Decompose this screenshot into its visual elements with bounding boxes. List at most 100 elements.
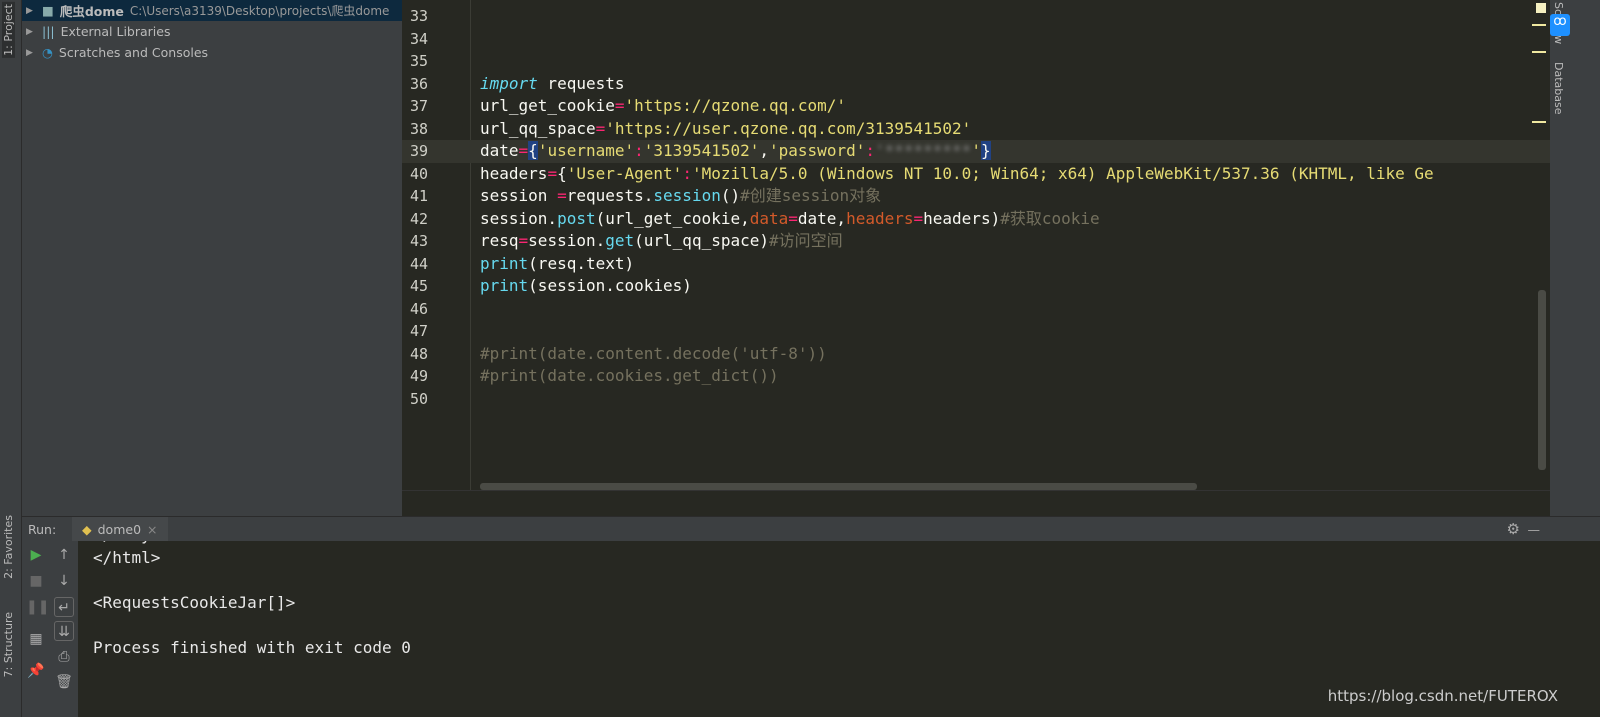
code-text: url_get_cookie='https://qzone.qq.com/' xyxy=(480,95,846,118)
run-panel-header: Run: ◆ dome0 × ⚙ — xyxy=(22,516,1600,542)
code-text: #print(date.cookies.get_dict()) xyxy=(480,365,779,388)
code-token: #获取cookie xyxy=(1000,208,1100,228)
code-token: : xyxy=(634,141,644,160)
gear-icon[interactable]: ⚙ xyxy=(1507,520,1520,538)
code-token: #创建session对象 xyxy=(740,186,882,205)
code-line[interactable]: 43 resq=session.get(url_qq_space)#访问空间 xyxy=(402,230,1550,253)
code-line[interactable]: 42 session.post(url_get_cookie,data=date,… xyxy=(402,208,1550,231)
code-line[interactable]: 35 xyxy=(402,50,1550,73)
layout-icon[interactable]: ▦ xyxy=(26,629,46,649)
arrow-up-icon[interactable]: ↑ xyxy=(54,545,74,565)
code-token: headers) xyxy=(923,208,1001,228)
scroll-to-end-icon[interactable]: ⇊ xyxy=(54,621,74,641)
code-token: = xyxy=(595,118,606,138)
vertical-scrollbar[interactable] xyxy=(1538,290,1546,470)
inspection-status-icon[interactable] xyxy=(1536,3,1546,13)
code-token: 'password' xyxy=(769,141,866,160)
expand-arrow-icon[interactable]: ▶ xyxy=(26,48,36,58)
code-token: (url_get_cookie, xyxy=(595,208,750,228)
code-token: import xyxy=(480,73,538,93)
stop-icon[interactable]: ■ xyxy=(26,571,46,591)
line-number: 37 xyxy=(410,97,429,115)
expand-arrow-icon[interactable]: ▶ xyxy=(26,6,36,16)
line-number: 41 xyxy=(410,187,429,205)
code-line[interactable]: 34 xyxy=(402,28,1550,51)
code-token: session xyxy=(480,186,558,205)
code-token: { xyxy=(528,141,538,160)
right-tool-strip: SciView ꝏ Database xyxy=(1550,0,1600,516)
code-line[interactable]: 49 #print(date.cookies.get_dict()) xyxy=(402,365,1550,388)
arrow-down-icon[interactable]: ↓ xyxy=(54,571,74,591)
tree-item-project[interactable]: ▶ ■ 爬虫dome C:\Users\a3139\Desktop\projects\… xyxy=(22,0,402,21)
horizontal-scrollbar[interactable] xyxy=(480,483,1197,490)
pause-icon[interactable]: ❚❚ xyxy=(26,597,49,617)
code-text: url_qq_space='https://user.qzone.qq.com/… xyxy=(480,118,971,141)
editor-bottom xyxy=(402,490,1550,516)
code-token: = xyxy=(788,208,798,228)
tab-favorites[interactable]: 2: Favorites xyxy=(2,515,15,579)
line-number: 45 xyxy=(410,277,429,295)
line-number: 35 xyxy=(410,52,429,70)
code-editor[interactable]: 33 34 35 36 import requests 37 url_get_cookie=… xyxy=(402,0,1550,490)
rerun-icon[interactable]: ▶ xyxy=(26,545,46,565)
error-stripe-marker[interactable] xyxy=(1532,51,1546,53)
code-line[interactable]: 44 print(resq.text) xyxy=(402,253,1550,276)
left-tool-strip: 1: Project 2: Favorites 7: Structure xyxy=(0,0,22,717)
tree-item-external-libraries[interactable]: ▶ ||| External Libraries xyxy=(22,21,402,42)
code-text: #print(date.content.decode('utf-8')) xyxy=(480,343,827,366)
code-line[interactable]: 41 session =requests.session()#创建session对… xyxy=(402,185,1550,208)
code-token: date, xyxy=(797,208,847,228)
run-label: Run: xyxy=(28,521,57,537)
line-number: 43 xyxy=(410,232,429,250)
line-number: 33 xyxy=(410,7,429,25)
code-line[interactable]: 45 print(session.cookies) xyxy=(402,275,1550,298)
code-line[interactable]: 48 #print(date.content.decode('utf-8')) xyxy=(402,343,1550,366)
code-line[interactable]: 47 xyxy=(402,320,1550,343)
line-number: 34 xyxy=(410,29,429,48)
trash-icon[interactable]: 🗑 xyxy=(54,672,74,692)
code-text: print(session.cookies) xyxy=(480,275,692,298)
code-token: #print(date.cookies.get_dict()) xyxy=(480,366,779,385)
pin-icon[interactable]: 📌 xyxy=(26,661,46,681)
soft-wrap-icon[interactable]: ↵ xyxy=(54,597,74,617)
code-line[interactable]: 50 xyxy=(402,388,1550,411)
code-token: resq xyxy=(480,231,519,250)
code-line[interactable]: 40 headers={'User-Agent':'Mozilla/5.0 (Wi… xyxy=(402,163,1550,186)
tab-structure[interactable]: 7: Structure xyxy=(2,612,15,677)
code-token: '********* xyxy=(874,141,972,160)
code-token: = xyxy=(557,186,567,205)
scratches-icon: ◔ xyxy=(42,45,53,60)
code-token: = xyxy=(518,141,529,160)
expand-arrow-icon[interactable]: ▶ xyxy=(26,27,36,37)
tab-database[interactable]: Database xyxy=(1552,62,1565,115)
tree-item-scratches[interactable]: ▶ ◔ Scratches and Consoles xyxy=(22,42,402,63)
code-line[interactable]: 33 xyxy=(402,5,1550,28)
run-tab[interactable]: ◆ dome0 × xyxy=(72,516,168,542)
code-token: requests xyxy=(537,73,625,93)
code-token: url_qq_space xyxy=(480,118,596,138)
code-line[interactable]: 37 url_get_cookie='https://qzone.qq.com/' xyxy=(402,95,1550,118)
code-token: (resq.text) xyxy=(528,253,635,273)
error-stripe-marker[interactable] xyxy=(1532,24,1546,26)
print-icon[interactable]: ⎙ xyxy=(54,647,74,667)
line-number: 42 xyxy=(410,209,429,228)
code-token: #访问空间 xyxy=(769,231,843,250)
project-panel: ▶ ■ 爬虫dome C:\Users\a3139\Desktop\projects\… xyxy=(22,0,402,516)
minimize-icon[interactable]: — xyxy=(1528,522,1541,537)
code-line[interactable]: 46 xyxy=(402,298,1550,321)
code-line[interactable]: 36 import requests xyxy=(402,73,1550,96)
tree-item-label: 爬虫dome xyxy=(59,4,124,19)
close-icon[interactable]: × xyxy=(147,522,157,537)
line-number: 40 xyxy=(410,164,429,183)
error-stripe-marker[interactable] xyxy=(1532,121,1546,123)
run-tab-label: dome0 xyxy=(97,521,142,537)
code-line[interactable]: 39 date={'username':'3139541502','passwor… xyxy=(402,140,1550,163)
tab-project[interactable]: 1: Project xyxy=(2,2,15,58)
scview-icon[interactable]: ꝏ xyxy=(1550,14,1570,36)
code-token: print xyxy=(480,253,529,273)
line-number: 50 xyxy=(410,389,429,408)
code-line[interactable]: 38 url_qq_space='https://user.qzone.qq.co… xyxy=(402,118,1550,141)
line-number: 47 xyxy=(410,322,429,340)
code-token: session. xyxy=(480,208,558,228)
code-token: data xyxy=(749,208,789,228)
